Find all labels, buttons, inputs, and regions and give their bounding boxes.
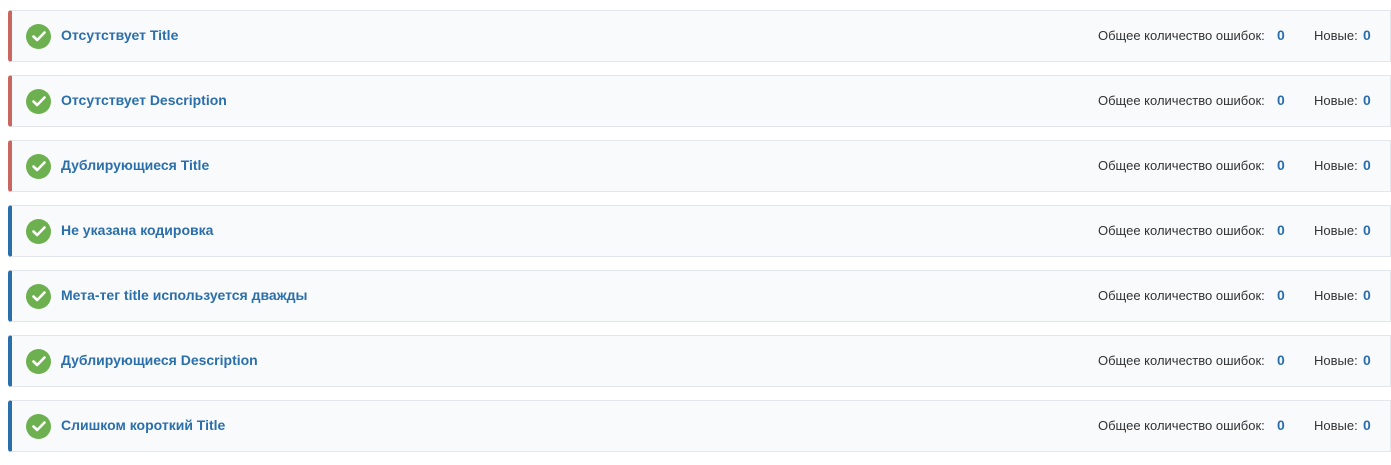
check-title[interactable]: Отсутствует Title	[61, 27, 178, 43]
total-errors-count[interactable]: 0	[1277, 352, 1285, 368]
new-errors-count[interactable]: 0	[1363, 352, 1371, 368]
new-errors-count[interactable]: 0	[1363, 417, 1371, 433]
new-errors-count[interactable]: 0	[1363, 287, 1371, 303]
check-circle-icon	[26, 24, 51, 49]
new-errors-label: Новые:	[1314, 28, 1358, 43]
total-errors-label: Общее количество ошибок:	[1098, 353, 1265, 368]
error-stats: Общее количество ошибок: 0 Новые: 0	[1090, 157, 1390, 177]
total-errors-label: Общее количество ошибок:	[1098, 288, 1265, 303]
new-errors-label: Новые:	[1314, 93, 1358, 108]
check-title[interactable]: Дублирующиеся Description	[61, 352, 258, 368]
check-circle-icon	[26, 284, 51, 309]
check-title[interactable]: Слишком короткий Title	[61, 417, 225, 433]
check-title[interactable]: Дублирующиеся Title	[61, 157, 209, 173]
check-row-missing-title[interactable]: Отсутствует Title Общее количество ошибо…	[8, 10, 1391, 62]
new-errors-label: Новые:	[1314, 418, 1358, 433]
total-errors-count[interactable]: 0	[1277, 287, 1285, 303]
check-title[interactable]: Отсутствует Description	[61, 92, 227, 108]
check-row-duplicate-title[interactable]: Дублирующиеся Title Общее количество оши…	[8, 140, 1391, 192]
error-stats: Общее количество ошибок: 0 Новые: 0	[1090, 222, 1390, 242]
error-stats: Общее количество ошибок: 0 Новые: 0	[1090, 92, 1390, 112]
total-errors-label: Общее количество ошибок:	[1098, 223, 1265, 238]
total-errors-count[interactable]: 0	[1277, 27, 1285, 43]
new-errors-label: Новые:	[1314, 353, 1358, 368]
total-errors-label: Общее количество ошибок:	[1098, 158, 1265, 173]
new-errors-count[interactable]: 0	[1363, 27, 1371, 43]
check-circle-icon	[26, 154, 51, 179]
new-errors-label: Новые:	[1314, 223, 1358, 238]
error-stats: Общее количество ошибок: 0 Новые: 0	[1090, 27, 1390, 47]
error-stats: Общее количество ошибок: 0 Новые: 0	[1090, 352, 1390, 372]
error-stats: Общее количество ошибок: 0 Новые: 0	[1090, 287, 1390, 307]
new-errors-label: Новые:	[1314, 288, 1358, 303]
total-errors-count[interactable]: 0	[1277, 417, 1285, 433]
error-stats: Общее количество ошибок: 0 Новые: 0	[1090, 417, 1390, 437]
check-row-missing-description[interactable]: Отсутствует Description Общее количество…	[8, 75, 1391, 127]
check-circle-icon	[26, 349, 51, 374]
total-errors-count[interactable]: 0	[1277, 92, 1285, 108]
total-errors-label: Общее количество ошибок:	[1098, 28, 1265, 43]
check-row-duplicate-description[interactable]: Дублирующиеся Description Общее количест…	[8, 335, 1391, 387]
check-circle-icon	[26, 414, 51, 439]
checks-list: Отсутствует Title Общее количество ошибо…	[8, 10, 1391, 465]
check-circle-icon	[26, 89, 51, 114]
new-errors-count[interactable]: 0	[1363, 222, 1371, 238]
check-row-missing-encoding[interactable]: Не указана кодировка Общее количество ош…	[8, 205, 1391, 257]
new-errors-label: Новые:	[1314, 158, 1358, 173]
total-errors-label: Общее количество ошибок:	[1098, 418, 1265, 433]
total-errors-count[interactable]: 0	[1277, 157, 1285, 173]
check-row-title-used-twice[interactable]: Мета-тег title используется дважды Общее…	[8, 270, 1391, 322]
check-circle-icon	[26, 219, 51, 244]
check-title[interactable]: Мета-тег title используется дважды	[61, 287, 307, 303]
total-errors-count[interactable]: 0	[1277, 222, 1285, 238]
check-row-short-title[interactable]: Слишком короткий Title Общее количество …	[8, 400, 1391, 452]
total-errors-label: Общее количество ошибок:	[1098, 93, 1265, 108]
check-title[interactable]: Не указана кодировка	[61, 222, 213, 238]
new-errors-count[interactable]: 0	[1363, 157, 1371, 173]
new-errors-count[interactable]: 0	[1363, 92, 1371, 108]
